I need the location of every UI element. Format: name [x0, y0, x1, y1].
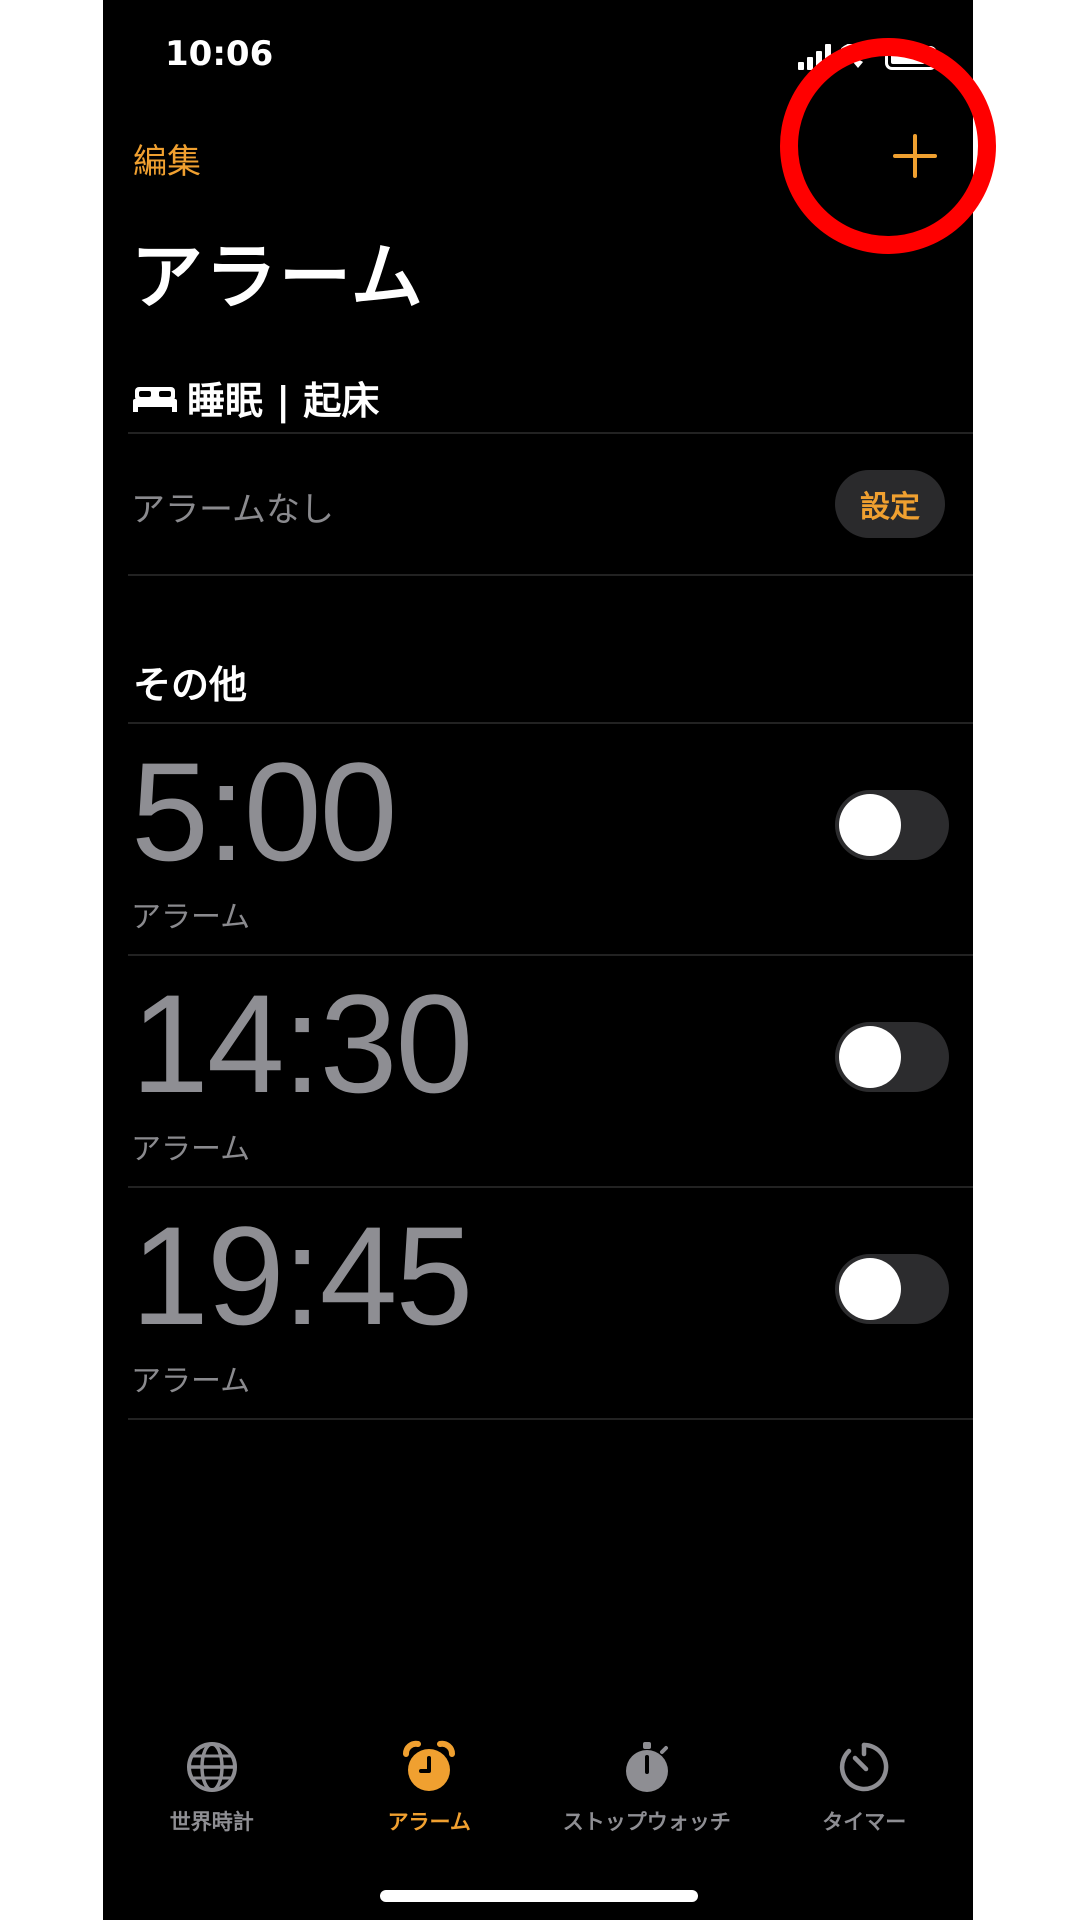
toggle-knob	[839, 1258, 901, 1320]
tab-label: アラーム	[387, 1810, 471, 1834]
signal-icon	[798, 44, 831, 70]
alarm-time: 5:00	[131, 733, 397, 890]
other-section-header: その他	[133, 663, 248, 707]
alarm-label: アラーム	[131, 900, 251, 935]
wifi-icon	[841, 44, 875, 68]
tab-stopwatch[interactable]: ストップウォッチ	[538, 1740, 756, 1860]
alarm-toggle[interactable]	[835, 1022, 949, 1092]
tab-bar: 世界時計 アラーム ストップウォッチ タイマー	[103, 1740, 973, 1860]
alarm-time: 14:30	[131, 965, 473, 1122]
alarm-toggle[interactable]	[835, 790, 949, 860]
alarm-toggle[interactable]	[835, 1254, 949, 1324]
home-indicator[interactable]	[380, 1890, 698, 1902]
sleep-set-button[interactable]: 設定	[835, 470, 945, 538]
sleep-section-header: 睡眠 | 起床	[133, 370, 379, 425]
toggle-knob	[839, 794, 901, 856]
globe-icon	[186, 1742, 237, 1792]
alarm-row[interactable]: 14:30 アラーム	[103, 956, 973, 1188]
tab-world-clock[interactable]: 世界時計	[103, 1740, 321, 1860]
stopwatch-icon	[625, 1742, 668, 1792]
alarm-row[interactable]: 19:45 アラーム	[103, 1188, 973, 1420]
alarm-time: 19:45	[131, 1197, 473, 1354]
add-alarm-button[interactable]	[885, 126, 945, 186]
timer-icon	[840, 1742, 889, 1792]
battery-icon	[885, 46, 937, 70]
tab-timer[interactable]: タイマー	[756, 1740, 974, 1860]
tab-label: タイマー	[822, 1810, 907, 1834]
tab-label: 世界時計	[169, 1810, 254, 1834]
phone-screen: 10:06 編集 アラーム 睡眠 | 起床 アラームなし 設定 その他 5:00…	[103, 0, 973, 1920]
no-alarm-text: アラームなし	[131, 490, 334, 530]
tab-alarm[interactable]: アラーム	[321, 1740, 539, 1860]
bed-icon	[133, 386, 177, 412]
divider	[128, 432, 973, 434]
alarm-label: アラーム	[131, 1132, 251, 1167]
page-title: アラーム	[131, 235, 425, 319]
status-time: 10:06	[165, 34, 274, 74]
divider	[128, 574, 973, 576]
edit-button[interactable]: 編集	[133, 134, 201, 183]
status-icons	[798, 40, 937, 70]
alarm-row[interactable]: 5:00 アラーム	[103, 724, 973, 956]
alarm-label: アラーム	[131, 1364, 251, 1399]
alarm-clock-icon	[403, 1740, 456, 1791]
sleep-section-title: 睡眠 | 起床	[187, 379, 380, 423]
tab-label: ストップウォッチ	[562, 1810, 731, 1834]
toggle-knob	[839, 1026, 901, 1088]
divider	[128, 1418, 973, 1420]
